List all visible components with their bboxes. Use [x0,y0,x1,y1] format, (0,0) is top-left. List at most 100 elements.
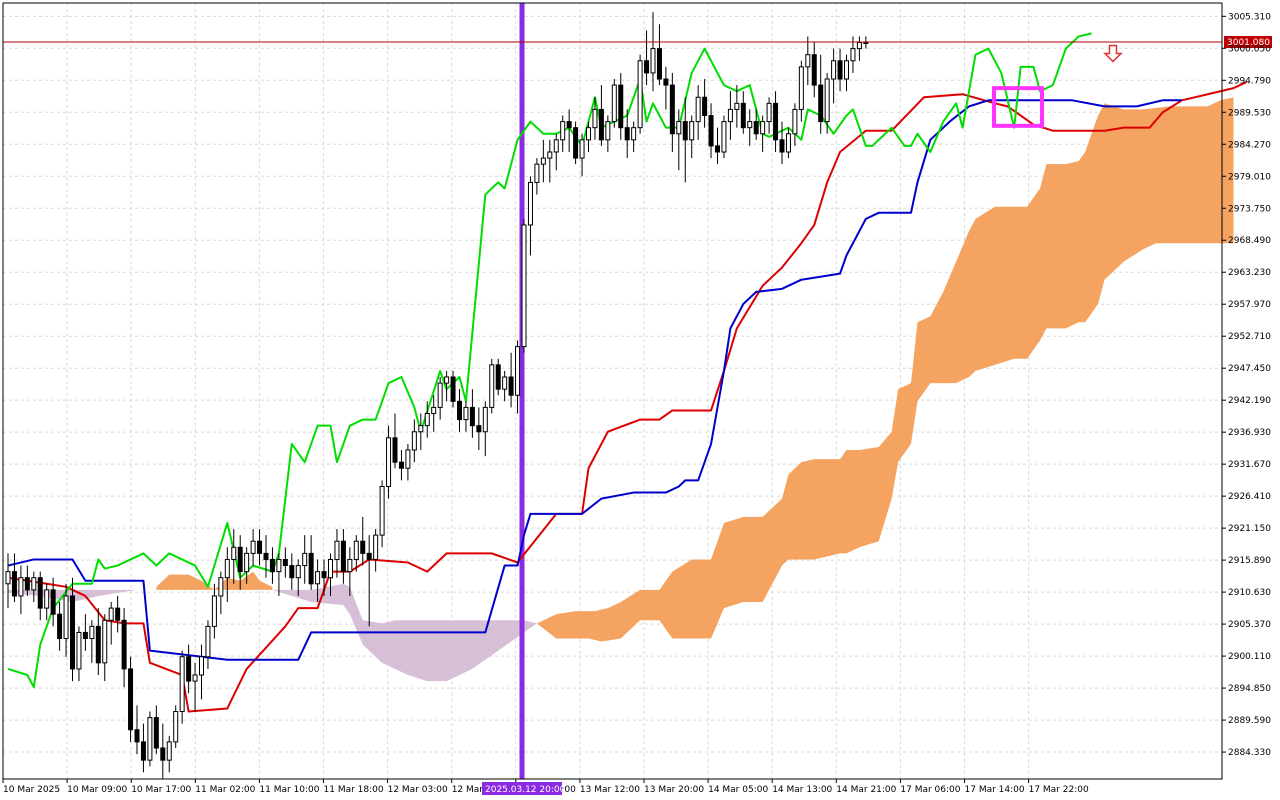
candle-bull [637,60,643,129]
candle-bear [715,145,720,153]
candle-bear [11,571,17,597]
x-tick-label: 14 Mar 21:00 [836,785,896,795]
candle-bull [560,121,566,141]
x-tick-label: 17 Mar 22:00 [1029,785,1089,795]
candle-bull [850,48,856,62]
y-tick-label: 2994.790 [1228,76,1271,86]
candle-bear [476,425,482,433]
candle-bull [315,571,321,585]
candle-bull [689,121,695,141]
candle-bear [269,558,275,573]
y-tick-label: 2984.270 [1228,140,1271,150]
cursor-time-label: 2025.03.12 20:00 [485,785,566,795]
x-tick-label: 13 Mar 20:00 [644,785,704,795]
candle-bull [418,425,424,433]
y-tick-label: 2905.370 [1228,620,1271,630]
candle-bull [63,595,69,640]
candle-bull [863,42,869,45]
cursor-vertical-line [519,3,525,779]
candle-bear [24,577,30,591]
candle-bear [57,613,63,640]
candle-bull [211,595,217,627]
candle-bear [811,54,817,86]
candle-bull [586,127,591,141]
candle-bear [508,376,514,396]
y-tick-label: 2936.930 [1228,428,1271,438]
candle-bull [295,565,301,579]
candle-bear [469,406,475,427]
candle-bull [747,121,753,129]
candle-bear [289,565,295,579]
y-tick-label: 2931.670 [1228,460,1271,470]
candle-bull [302,552,308,567]
cursor-line-group [519,3,525,779]
candle-bull [76,631,82,670]
candle-bear [308,552,314,585]
candle-bull [547,151,553,159]
candle-bull [328,558,333,579]
candle-bull [334,540,340,560]
x-tick-label: 11 Mar 18:00 [324,785,384,795]
candle-bear [656,48,662,80]
y-tick-label: 2942.190 [1228,396,1271,406]
x-tick-label: 12 Mar 03:00 [388,785,448,795]
candle-bull [721,121,727,153]
candle-bull [108,607,114,621]
candle-bear [140,741,146,761]
candle-bull [244,552,250,573]
candle-bull [727,108,733,123]
candle-bull [218,577,224,597]
candle-bull [844,60,849,80]
candle-bear [663,78,669,86]
candle-bull [373,534,379,560]
candle-bull [760,121,766,135]
candle-bull [44,589,50,609]
candle-bull [489,364,495,408]
candle-bull [592,108,598,129]
candle-bear [753,121,759,135]
x-tick-label: 11 Mar 10:00 [259,785,319,795]
candle-bull [831,60,837,80]
y-tick-label: 2979.010 [1228,172,1271,182]
candle-bull [631,127,637,141]
candle-bear [95,625,101,664]
candle-bear [398,461,404,469]
candle-bull [605,121,611,141]
candle-bull [405,449,411,469]
y-tick-label: 2957.970 [1228,300,1271,310]
x-tick-label: 14 Mar 13:00 [772,785,832,795]
candle-bull [192,674,198,682]
candle-bull [5,571,11,585]
candle-bull [205,625,211,658]
candle-bull [386,437,392,487]
candle-bear [160,747,166,761]
candle-bull [431,406,437,415]
candle-bull [250,540,256,554]
candle-bear [257,540,263,554]
y-tick-label: 2915.890 [1228,556,1271,566]
candle-bear [82,631,88,640]
candle-bull [676,121,682,135]
candle-bear [682,121,688,141]
y-tick-label: 3005.310 [1228,12,1271,22]
candle-bull [31,577,37,591]
x-tick-label: 10 Mar 09:00 [67,785,127,795]
y-tick-label: 2900.110 [1228,652,1271,662]
candle-bull [444,376,450,384]
candle-bear [50,589,56,615]
candle-bull [695,96,701,123]
candle-bear [237,546,243,573]
candle-bull [379,485,385,536]
candle-bear [740,102,746,129]
candle-bear [495,364,501,390]
y-tick-label: 2894.850 [1228,684,1271,694]
candle-bear [128,668,134,731]
candle-bull [463,406,469,421]
candle-bear [366,552,372,560]
candle-bull [734,102,740,110]
ichimoku-chart[interactable]: 3001.080 3005.3103000.0502994.7902989.53… [0,0,1280,800]
candle-bull [353,540,359,560]
candle-bull [102,619,108,664]
candle-bull [527,181,533,226]
candle-bear [186,656,192,682]
